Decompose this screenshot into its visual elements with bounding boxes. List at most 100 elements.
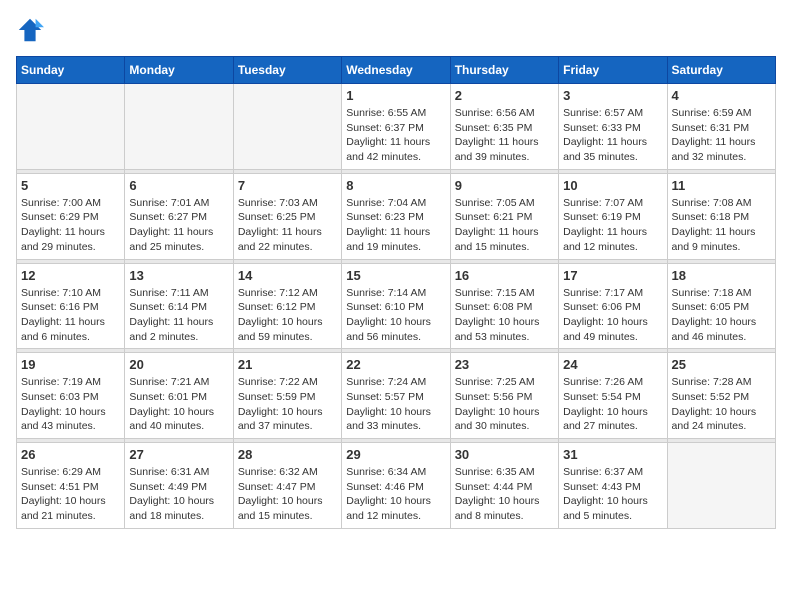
day-number: 6: [129, 178, 228, 193]
calendar-cell: [667, 443, 775, 529]
calendar-cell: 8 Sunrise: 7:04 AM Sunset: 6:23 PM Daylig…: [342, 173, 450, 259]
day-number: 28: [238, 447, 337, 462]
calendar-cell: 18Sunrise: 7:18 AM Sunset: 6:05 PM Dayli…: [667, 263, 775, 349]
day-info: Sunrise: 7:12 AM Sunset: 6:12 PM Dayligh…: [238, 286, 337, 345]
calendar-cell: 4 Sunrise: 6:59 AM Sunset: 6:31 PM Daylig…: [667, 84, 775, 170]
calendar-table: SundayMondayTuesdayWednesdayThursdayFrid…: [16, 56, 776, 529]
day-info: Sunrise: 7:25 AM Sunset: 5:56 PM Dayligh…: [455, 375, 554, 434]
calendar-cell: 27 Sunrise: 6:31 AM Sunset: 4:49 PM Dayli…: [125, 443, 233, 529]
day-info: Sunrise: 7:05 AM Sunset: 6:21 PM Dayligh…: [455, 196, 554, 255]
day-info: Sunrise: 7:01 AM Sunset: 6:27 PM Dayligh…: [129, 196, 228, 255]
day-number: 15: [346, 268, 445, 283]
day-info: Sunrise: 7:24 AM Sunset: 5:57 PM Dayligh…: [346, 375, 445, 434]
day-info: Sunrise: 6:29 AM Sunset: 4:51 PM Dayligh…: [21, 465, 120, 524]
day-number: 29: [346, 447, 445, 462]
calendar-cell: 9 Sunrise: 7:05 AM Sunset: 6:21 PM Daylig…: [450, 173, 558, 259]
calendar-cell: 2 Sunrise: 6:56 AM Sunset: 6:35 PM Daylig…: [450, 84, 558, 170]
calendar-cell: 12Sunrise: 7:10 AM Sunset: 6:16 PM Dayli…: [17, 263, 125, 349]
day-info: Sunrise: 7:15 AM Sunset: 6:08 PM Dayligh…: [455, 286, 554, 345]
weekday-header: Saturday: [667, 57, 775, 84]
day-info: Sunrise: 6:56 AM Sunset: 6:35 PM Dayligh…: [455, 106, 554, 165]
calendar-cell: 16Sunrise: 7:15 AM Sunset: 6:08 PM Dayli…: [450, 263, 558, 349]
calendar-cell: 24 Sunrise: 7:26 AM Sunset: 5:54 PM Dayli…: [559, 353, 667, 439]
day-info: Sunrise: 6:34 AM Sunset: 4:46 PM Dayligh…: [346, 465, 445, 524]
day-info: Sunrise: 6:57 AM Sunset: 6:33 PM Dayligh…: [563, 106, 662, 165]
day-info: Sunrise: 6:37 AM Sunset: 4:43 PM Dayligh…: [563, 465, 662, 524]
day-number: 31: [563, 447, 662, 462]
day-number: 3: [563, 88, 662, 103]
calendar-cell: 3 Sunrise: 6:57 AM Sunset: 6:33 PM Daylig…: [559, 84, 667, 170]
day-number: 13: [129, 268, 228, 283]
day-number: 17: [563, 268, 662, 283]
day-info: Sunrise: 7:11 AM Sunset: 6:14 PM Dayligh…: [129, 286, 228, 345]
day-number: 14: [238, 268, 337, 283]
calendar-cell: [125, 84, 233, 170]
day-number: 19: [21, 357, 120, 372]
day-number: 23: [455, 357, 554, 372]
day-number: 24: [563, 357, 662, 372]
day-number: 30: [455, 447, 554, 462]
calendar-week-row: 12Sunrise: 7:10 AM Sunset: 6:16 PM Dayli…: [17, 263, 776, 349]
day-info: Sunrise: 6:59 AM Sunset: 6:31 PM Dayligh…: [672, 106, 771, 165]
day-number: 2: [455, 88, 554, 103]
day-number: 7: [238, 178, 337, 193]
day-number: 26: [21, 447, 120, 462]
calendar-cell: 6 Sunrise: 7:01 AM Sunset: 6:27 PM Daylig…: [125, 173, 233, 259]
logo: [16, 16, 48, 44]
day-number: 12: [21, 268, 120, 283]
day-info: Sunrise: 7:26 AM Sunset: 5:54 PM Dayligh…: [563, 375, 662, 434]
weekday-header: Thursday: [450, 57, 558, 84]
day-info: Sunrise: 7:17 AM Sunset: 6:06 PM Dayligh…: [563, 286, 662, 345]
calendar-cell: 10 Sunrise: 7:07 AM Sunset: 6:19 PM Dayli…: [559, 173, 667, 259]
calendar-week-row: 26 Sunrise: 6:29 AM Sunset: 4:51 PM Dayli…: [17, 443, 776, 529]
calendar-cell: 28Sunrise: 6:32 AM Sunset: 4:47 PM Dayli…: [233, 443, 341, 529]
day-info: Sunrise: 6:31 AM Sunset: 4:49 PM Dayligh…: [129, 465, 228, 524]
calendar-cell: 14 Sunrise: 7:12 AM Sunset: 6:12 PM Dayli…: [233, 263, 341, 349]
calendar-cell: 22Sunrise: 7:24 AM Sunset: 5:57 PM Dayli…: [342, 353, 450, 439]
weekday-header: Monday: [125, 57, 233, 84]
day-info: Sunrise: 7:08 AM Sunset: 6:18 PM Dayligh…: [672, 196, 771, 255]
calendar-cell: 1Sunrise: 6:55 AM Sunset: 6:37 PM Daylig…: [342, 84, 450, 170]
calendar-cell: 26 Sunrise: 6:29 AM Sunset: 4:51 PM Dayli…: [17, 443, 125, 529]
calendar-cell: 5Sunrise: 7:00 AM Sunset: 6:29 PM Daylig…: [17, 173, 125, 259]
day-number: 20: [129, 357, 228, 372]
day-number: 18: [672, 268, 771, 283]
calendar-cell: 15 Sunrise: 7:14 AM Sunset: 6:10 PM Dayli…: [342, 263, 450, 349]
calendar-cell: [17, 84, 125, 170]
day-info: Sunrise: 7:14 AM Sunset: 6:10 PM Dayligh…: [346, 286, 445, 345]
weekday-header: Friday: [559, 57, 667, 84]
weekday-header: Sunday: [17, 57, 125, 84]
weekday-header: Wednesday: [342, 57, 450, 84]
day-number: 11: [672, 178, 771, 193]
day-number: 10: [563, 178, 662, 193]
calendar-cell: 19 Sunrise: 7:19 AM Sunset: 6:03 PM Dayli…: [17, 353, 125, 439]
day-number: 25: [672, 357, 771, 372]
day-info: Sunrise: 7:21 AM Sunset: 6:01 PM Dayligh…: [129, 375, 228, 434]
calendar-week-row: 1Sunrise: 6:55 AM Sunset: 6:37 PM Daylig…: [17, 84, 776, 170]
logo-icon: [16, 16, 44, 44]
day-info: Sunrise: 7:00 AM Sunset: 6:29 PM Dayligh…: [21, 196, 120, 255]
calendar-cell: [233, 84, 341, 170]
calendar-cell: 25 Sunrise: 7:28 AM Sunset: 5:52 PM Dayli…: [667, 353, 775, 439]
day-number: 4: [672, 88, 771, 103]
day-info: Sunrise: 7:07 AM Sunset: 6:19 PM Dayligh…: [563, 196, 662, 255]
day-info: Sunrise: 7:04 AM Sunset: 6:23 PM Dayligh…: [346, 196, 445, 255]
weekday-header: Tuesday: [233, 57, 341, 84]
day-info: Sunrise: 6:55 AM Sunset: 6:37 PM Dayligh…: [346, 106, 445, 165]
day-info: Sunrise: 7:28 AM Sunset: 5:52 PM Dayligh…: [672, 375, 771, 434]
calendar-cell: 30 Sunrise: 6:35 AM Sunset: 4:44 PM Dayli…: [450, 443, 558, 529]
day-number: 9: [455, 178, 554, 193]
day-number: 8: [346, 178, 445, 193]
day-number: 27: [129, 447, 228, 462]
calendar-week-row: 5Sunrise: 7:00 AM Sunset: 6:29 PM Daylig…: [17, 173, 776, 259]
calendar-cell: 20 Sunrise: 7:21 AM Sunset: 6:01 PM Dayli…: [125, 353, 233, 439]
calendar-cell: 7 Sunrise: 7:03 AM Sunset: 6:25 PM Daylig…: [233, 173, 341, 259]
day-info: Sunrise: 6:35 AM Sunset: 4:44 PM Dayligh…: [455, 465, 554, 524]
calendar-cell: 13 Sunrise: 7:11 AM Sunset: 6:14 PM Dayli…: [125, 263, 233, 349]
calendar-cell: 11 Sunrise: 7:08 AM Sunset: 6:18 PM Dayli…: [667, 173, 775, 259]
day-info: Sunrise: 7:03 AM Sunset: 6:25 PM Dayligh…: [238, 196, 337, 255]
page-header: [16, 16, 776, 44]
calendar-cell: 31 Sunrise: 6:37 AM Sunset: 4:43 PM Dayli…: [559, 443, 667, 529]
day-info: Sunrise: 7:19 AM Sunset: 6:03 PM Dayligh…: [21, 375, 120, 434]
day-info: Sunrise: 7:22 AM Sunset: 5:59 PM Dayligh…: [238, 375, 337, 434]
